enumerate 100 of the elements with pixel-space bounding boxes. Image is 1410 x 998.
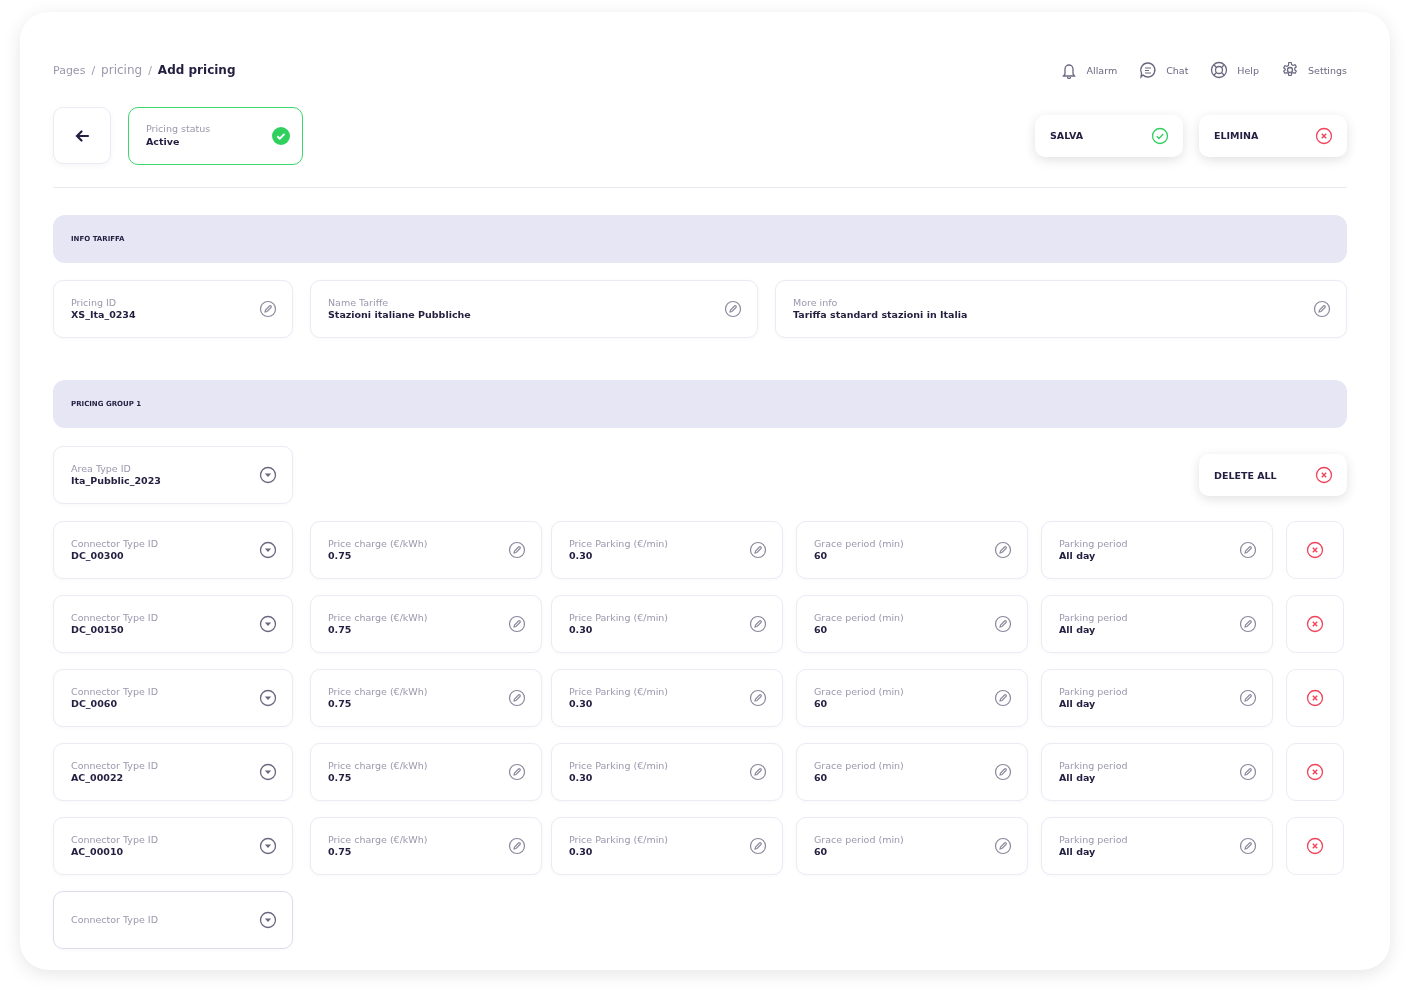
field-value: 0.75 — [328, 846, 353, 858]
pencil-icon — [259, 300, 277, 318]
input-field[interactable]: Grace period (min) 60 — [796, 743, 1028, 801]
remove-row-button[interactable] — [1286, 669, 1344, 727]
field-value: 60 — [814, 846, 829, 858]
field-label: Price Parking (€/min) — [569, 686, 668, 698]
select-field[interactable]: Connector Type ID AC_00022 — [53, 743, 293, 801]
input-field[interactable]: Price charge (€/kWh) 0.75 — [310, 669, 542, 727]
pencil-icon — [994, 541, 1012, 559]
field-label: Parking period — [1059, 686, 1128, 698]
field-value: XS_Ita_0234 — [71, 309, 136, 321]
delete-button[interactable]: ELIMINA — [1199, 114, 1347, 157]
field-value: 0.30 — [569, 772, 594, 784]
breadcrumb-separator: / — [148, 63, 152, 77]
input-field[interactable]: Pricing ID XS_Ita_0234 — [53, 280, 293, 338]
field-value: Tariffa standard stazioni in Italia — [793, 309, 968, 321]
close-icon — [1306, 837, 1324, 855]
field-value: Stazioni italiane Pubbliche — [328, 309, 471, 321]
pencil-icon — [508, 837, 526, 855]
field-label: Parking period — [1059, 834, 1128, 846]
remove-row-button[interactable] — [1286, 817, 1344, 875]
field-value: 60 — [814, 624, 829, 636]
action-label[interactable]: Help — [1237, 64, 1260, 76]
pencil-icon — [749, 689, 767, 707]
close-icon — [1306, 689, 1324, 707]
select-field[interactable]: Connector Type ID DC_0060 — [53, 669, 293, 727]
field-label: Connector Type ID — [71, 686, 158, 698]
field-value: 60 — [814, 550, 829, 562]
field-value: AC_00010 — [71, 846, 125, 858]
field-value: 0.30 — [569, 550, 594, 562]
input-field[interactable]: Price charge (€/kWh) 0.75 — [310, 743, 542, 801]
field-value: 0.75 — [328, 698, 353, 710]
breadcrumb-separator: / — [91, 63, 96, 77]
bell-icon[interactable] — [1059, 61, 1078, 79]
dropdown-icon — [259, 541, 277, 559]
breadcrumb-current: Add pricing — [157, 63, 236, 77]
input-field[interactable]: Price charge (€/kWh) 0.75 — [310, 521, 542, 579]
dropdown-icon — [259, 911, 277, 929]
field-value: All day — [1059, 550, 1097, 562]
close-icon — [1306, 763, 1324, 781]
input-field[interactable]: Parking period All day — [1041, 743, 1273, 801]
field-value: All day — [1059, 624, 1097, 636]
select-field[interactable]: Connector Type ID DC_00300 — [53, 521, 293, 579]
back-button[interactable] — [53, 107, 111, 164]
input-field[interactable]: Price charge (€/kWh) 0.75 — [310, 595, 542, 653]
field-label: Connector Type ID — [71, 834, 158, 846]
select-field[interactable]: Connector Type ID DC_00150 — [53, 595, 293, 653]
field-value: DC_00150 — [71, 624, 125, 636]
action-label[interactable]: Settings — [1308, 64, 1347, 76]
pencil-icon — [994, 763, 1012, 781]
field-label: Grace period (min) — [814, 538, 904, 550]
check-icon — [1151, 126, 1169, 145]
pencil-icon — [749, 763, 767, 781]
input-field[interactable]: Grace period (min) 60 — [796, 595, 1028, 653]
remove-row-button[interactable] — [1286, 595, 1344, 653]
input-field[interactable]: Name Tariffe Stazioni italiane Pubbliche — [310, 280, 758, 338]
pencil-icon — [508, 763, 526, 781]
input-field[interactable]: Price Parking (€/min) 0.30 — [551, 817, 783, 875]
input-field[interactable]: Grace period (min) 60 — [796, 669, 1028, 727]
field-value: Ita_Pubblic_2023 — [71, 475, 161, 487]
field-label: Price Parking (€/min) — [569, 538, 668, 550]
delete-all-button[interactable]: DELETE ALL — [1199, 454, 1347, 496]
action-label[interactable]: Allarm — [1086, 64, 1118, 76]
field-label: Price charge (€/kWh) — [328, 760, 428, 772]
settings-icon[interactable] — [1281, 61, 1300, 79]
select-field[interactable]: Connector Type ID AC_00010 — [53, 817, 293, 875]
field-value: All day — [1059, 772, 1097, 784]
dropdown-icon — [259, 615, 277, 633]
dropdown-icon — [259, 763, 277, 781]
save-button[interactable]: SALVA — [1035, 114, 1183, 157]
input-field[interactable]: Price Parking (€/min) 0.30 — [551, 669, 783, 727]
field-label: Grace period (min) — [814, 834, 904, 846]
remove-row-button[interactable] — [1286, 743, 1344, 801]
close-icon — [1306, 541, 1324, 559]
pencil-icon — [994, 837, 1012, 855]
close-icon — [1306, 615, 1324, 633]
input-field[interactable]: Price Parking (€/min) 0.30 — [551, 595, 783, 653]
chat-icon[interactable] — [1139, 61, 1158, 79]
pencil-icon — [1239, 541, 1257, 559]
field-value: DC_00300 — [71, 550, 125, 562]
help-icon[interactable] — [1210, 61, 1229, 79]
action-label[interactable]: Chat — [1166, 64, 1189, 76]
input-field[interactable]: Parking period All day — [1041, 595, 1273, 653]
input-field[interactable]: Price Parking (€/min) 0.30 — [551, 521, 783, 579]
input-field[interactable]: Parking period All day — [1041, 521, 1273, 579]
input-field[interactable]: Price charge (€/kWh) 0.75 — [310, 817, 542, 875]
status-card[interactable]: Pricing status Active — [128, 106, 303, 165]
field-label: Grace period (min) — [814, 686, 904, 698]
pencil-icon — [508, 615, 526, 633]
remove-row-button[interactable] — [1286, 521, 1344, 579]
field-label: Price charge (€/kWh) — [328, 834, 428, 846]
input-field[interactable]: Parking period All day — [1041, 669, 1273, 727]
select-field[interactable]: Area Type ID Ita_Pubblic_2023 — [53, 446, 293, 504]
input-field[interactable]: More info Tariffa standard stazioni in Italia — [775, 280, 1347, 338]
input-field[interactable]: Grace period (min) 60 — [796, 817, 1028, 875]
field-value: 60 — [814, 772, 829, 784]
input-field[interactable]: Parking period All day — [1041, 817, 1273, 875]
dropdown-icon — [259, 837, 277, 855]
input-field[interactable]: Price Parking (€/min) 0.30 — [551, 743, 783, 801]
input-field[interactable]: Grace period (min) 60 — [796, 521, 1028, 579]
